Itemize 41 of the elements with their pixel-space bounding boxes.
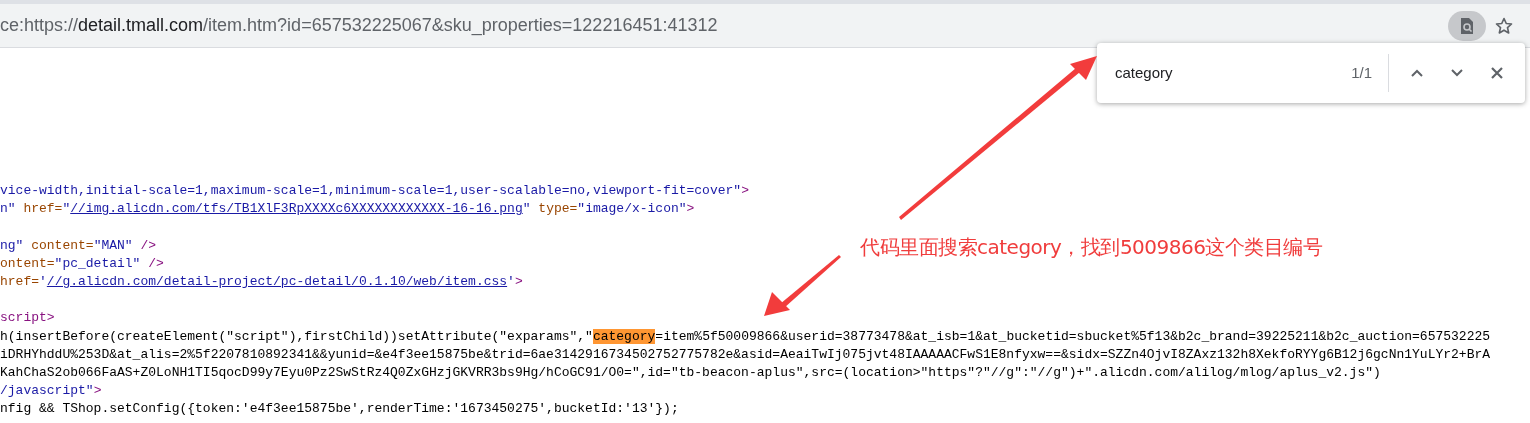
attribute-name: content= <box>30 237 94 253</box>
attribute-value: ng" <box>0 237 24 253</box>
code-text: iDRHYhddU%253D&at_alis=2%5f2207810892341&&yunid=&e4f3ee15875be&trid=6ae3142916734502752775782e&asid=AeaiTwIj075jvt48IAAAAACFwS1E8nfyxw==&sidx=SZZn4OjvI8ZAxz132h8XekfoRYYg6B12j6gcNn1YuLYr2+BrA <box>0 346 1491 362</box>
chevron-down-icon <box>1450 68 1464 78</box>
attribute-value: "pc_detail" <box>54 255 141 271</box>
source-link[interactable]: //img.alicdn.com/tfs/TB1XlF3RpXXXXc6XXXXXXXXXXXX-16-16.png <box>70 201 523 217</box>
code-text: =item%5f50009866&userid=38773478&at_isb=1&at_bucketid=sbucket%5f13&b2c_brand=39225211&b2c_auction=657532225 <box>655 328 1491 344</box>
attribute-name: type= <box>537 201 578 217</box>
code-text: KahChaS2ob066FaAS+Z0LoNH1TI5qocD99y7Eyu0Pz2SwStRz4Q0ZxGHzjGKVRR3bs9Hg/hCoGC91/O0=",id="tb-beacon-aplus",src=(location>"https"?"//g":"//g")+".alicdn.com/alilog/mlog/aplus_v2.js") <box>0 364 1381 380</box>
tag-markup: script> <box>0 310 55 326</box>
attribute-value: "MAN" <box>93 237 133 253</box>
find-in-page-icon[interactable] <box>1448 10 1486 41</box>
url-text: ce:https://detail.tmall.com/item.htm?id=657532225067&sku_properties=122216451:41312 <box>0 14 719 38</box>
code-text: nfig && TShop.setConfig({token:'e4f3ee15875be',renderTime:'1673450275',bucketId:'13'}); <box>0 401 679 417</box>
attribute-value: vice-width,initial-scale=1,maximum-scale=1,minimum-scale=1,user-scalable=no,viewport-fit=cover" <box>0 183 742 198</box>
attribute-name: href= <box>22 201 63 217</box>
tag-markup: > <box>93 383 102 399</box>
attribute-value: " <box>62 201 71 217</box>
attribute-value: "image/x-icon" <box>577 201 687 217</box>
tag-markup: > <box>741 183 749 198</box>
attribute-value: " <box>522 201 531 217</box>
address-bar[interactable]: ce:https://detail.tmall.com/item.htm?id=657532225067&sku_properties=122216451:41312 <box>0 4 1530 48</box>
attribute-value: n" <box>0 201 16 217</box>
attribute-name: href= <box>0 273 39 289</box>
bookmark-star-icon[interactable] <box>1494 15 1514 36</box>
tag-markup: > <box>514 273 523 289</box>
attribute-value: ' <box>39 273 47 289</box>
annotation-text: 代码里面搜索category，找到5009866这个类目编号 <box>860 234 1323 261</box>
attribute-value: /javascript" <box>0 383 94 399</box>
search-highlight: category <box>592 328 656 344</box>
attribute-name: ontent= <box>0 255 55 271</box>
tag-markup: /> <box>147 255 164 271</box>
tag-markup: > <box>686 201 695 217</box>
chevron-up-icon <box>1410 68 1424 78</box>
tag-markup: /> <box>139 237 157 253</box>
close-icon <box>1490 66 1504 80</box>
source-link[interactable]: //g.alicdn.com/detail-project/pc-detail/0.1.10/web/item.css <box>46 273 508 289</box>
code-text: h(insertBefore(createElement("script"),firstChild))setAttribute("exparams"," <box>0 328 593 344</box>
find-input[interactable]: category <box>1113 60 1313 86</box>
attribute-value: ' <box>507 273 515 289</box>
match-count: 1/1 <box>1351 62 1372 83</box>
